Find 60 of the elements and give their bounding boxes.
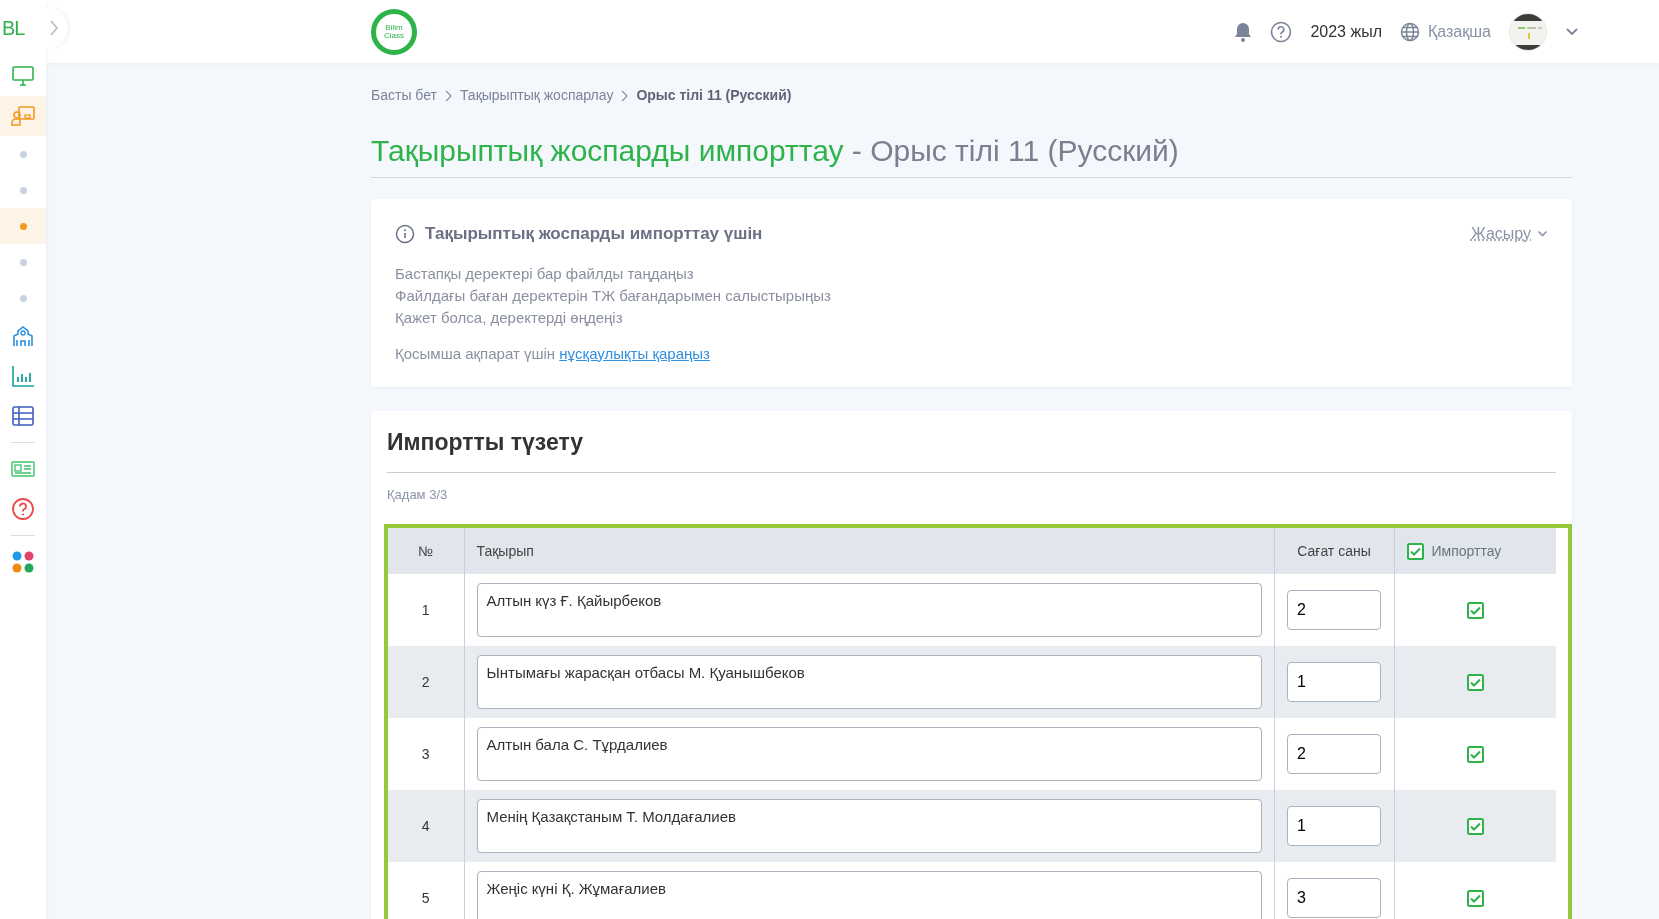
school-building-icon[interactable] bbox=[11, 324, 35, 348]
monitor-icon[interactable] bbox=[11, 64, 35, 88]
topic-field[interactable]: Алтын бала С. Тұрдалиев bbox=[476, 727, 1262, 781]
info-heading: Тақырыптық жоспарды импорттау үшін bbox=[425, 223, 763, 245]
info-note: Қосымша ақпарат үшін нұсқаулықты қараңыз bbox=[395, 343, 711, 364]
teacher-board-icon[interactable] bbox=[11, 104, 35, 128]
hours-field[interactable]: 1 bbox=[1287, 662, 1381, 702]
breadcrumb-link[interactable]: Тақырыптық жоспарлау bbox=[459, 85, 614, 106]
step-indicator: Қадам 3/3 bbox=[387, 485, 449, 504]
row-number: 2 bbox=[421, 673, 430, 690]
chevron-down-icon[interactable] bbox=[1565, 26, 1579, 37]
instruction-text: Бастапқы деректері бар файлды таңдаңыз bbox=[395, 263, 695, 284]
menu-dot[interactable] bbox=[19, 258, 27, 266]
section-heading: Импортты түзету bbox=[387, 425, 1556, 473]
help-icon[interactable] bbox=[11, 497, 35, 521]
import-checkbox[interactable] bbox=[1466, 818, 1484, 836]
globe-icon[interactable] bbox=[1400, 21, 1420, 42]
menu-dot[interactable] bbox=[19, 222, 27, 230]
chevron-right-icon bbox=[444, 89, 452, 102]
menu-dot[interactable] bbox=[19, 150, 27, 158]
chevron-right-icon bbox=[49, 19, 59, 37]
instruction-text: Файлдағы баған деректерін ТЖ бағандарымен салыстырыңыз bbox=[395, 285, 832, 306]
column-header: Тақырып bbox=[476, 542, 534, 559]
topic-field[interactable]: Алтын күз Ғ. Қайырбеков bbox=[476, 583, 1262, 637]
manual-link[interactable]: нұсқаулықты қараңыз bbox=[559, 344, 710, 362]
table-icon[interactable] bbox=[11, 404, 35, 428]
breadcrumb-link[interactable]: Басты бет bbox=[371, 85, 437, 106]
help-icon[interactable] bbox=[1270, 20, 1293, 43]
instruction-text: Қажет болса, деректерді өңдеңіз bbox=[395, 307, 624, 328]
hours-field[interactable]: 1 bbox=[1287, 806, 1381, 846]
hours-field[interactable]: 2 bbox=[1287, 734, 1381, 774]
column-header: Импорттау bbox=[1431, 541, 1502, 561]
import-checkbox[interactable] bbox=[1466, 674, 1484, 692]
page-subtitle: - Орыс тілі 11 (Русский) bbox=[851, 134, 1179, 167]
menu-dot[interactable] bbox=[19, 186, 27, 194]
row-number: 1 bbox=[421, 601, 430, 618]
bar-chart-icon[interactable] bbox=[11, 364, 35, 388]
chevron-right-icon bbox=[621, 89, 629, 102]
topic-field[interactable]: Жеңіс күні Қ. Жұмағалиев bbox=[476, 871, 1262, 919]
year-label[interactable]: 2023 жыл bbox=[1310, 19, 1382, 44]
row-number: 3 bbox=[421, 745, 430, 762]
chevron-down-icon bbox=[1537, 229, 1548, 238]
apps-icon[interactable] bbox=[11, 550, 35, 574]
menu-dot[interactable] bbox=[19, 294, 27, 302]
hours-field[interactable]: 3 bbox=[1287, 878, 1381, 918]
row-number: 5 bbox=[421, 889, 430, 906]
page-title: Тақырыптық жоспарды импорттау bbox=[371, 134, 844, 167]
row-number: 4 bbox=[421, 817, 430, 834]
info-icon bbox=[395, 223, 415, 244]
import-checkbox[interactable] bbox=[1466, 746, 1484, 764]
hours-field[interactable]: 2 bbox=[1287, 590, 1381, 630]
bell-icon[interactable] bbox=[1234, 21, 1253, 42]
topic-field[interactable]: Ынтымағы жарасқан отбасы М. Қуанышбеков bbox=[476, 655, 1262, 709]
topic-field[interactable]: Менің Қазақстаным Т. Молдағалиев bbox=[476, 799, 1262, 853]
import-checkbox[interactable] bbox=[1466, 602, 1484, 620]
logo: BL bbox=[1, 16, 26, 41]
column-header: № bbox=[418, 542, 434, 559]
import-checkbox[interactable] bbox=[1466, 890, 1484, 908]
column-header: Сағат саны bbox=[1297, 542, 1371, 559]
select-all-checkbox[interactable] bbox=[1406, 542, 1424, 560]
